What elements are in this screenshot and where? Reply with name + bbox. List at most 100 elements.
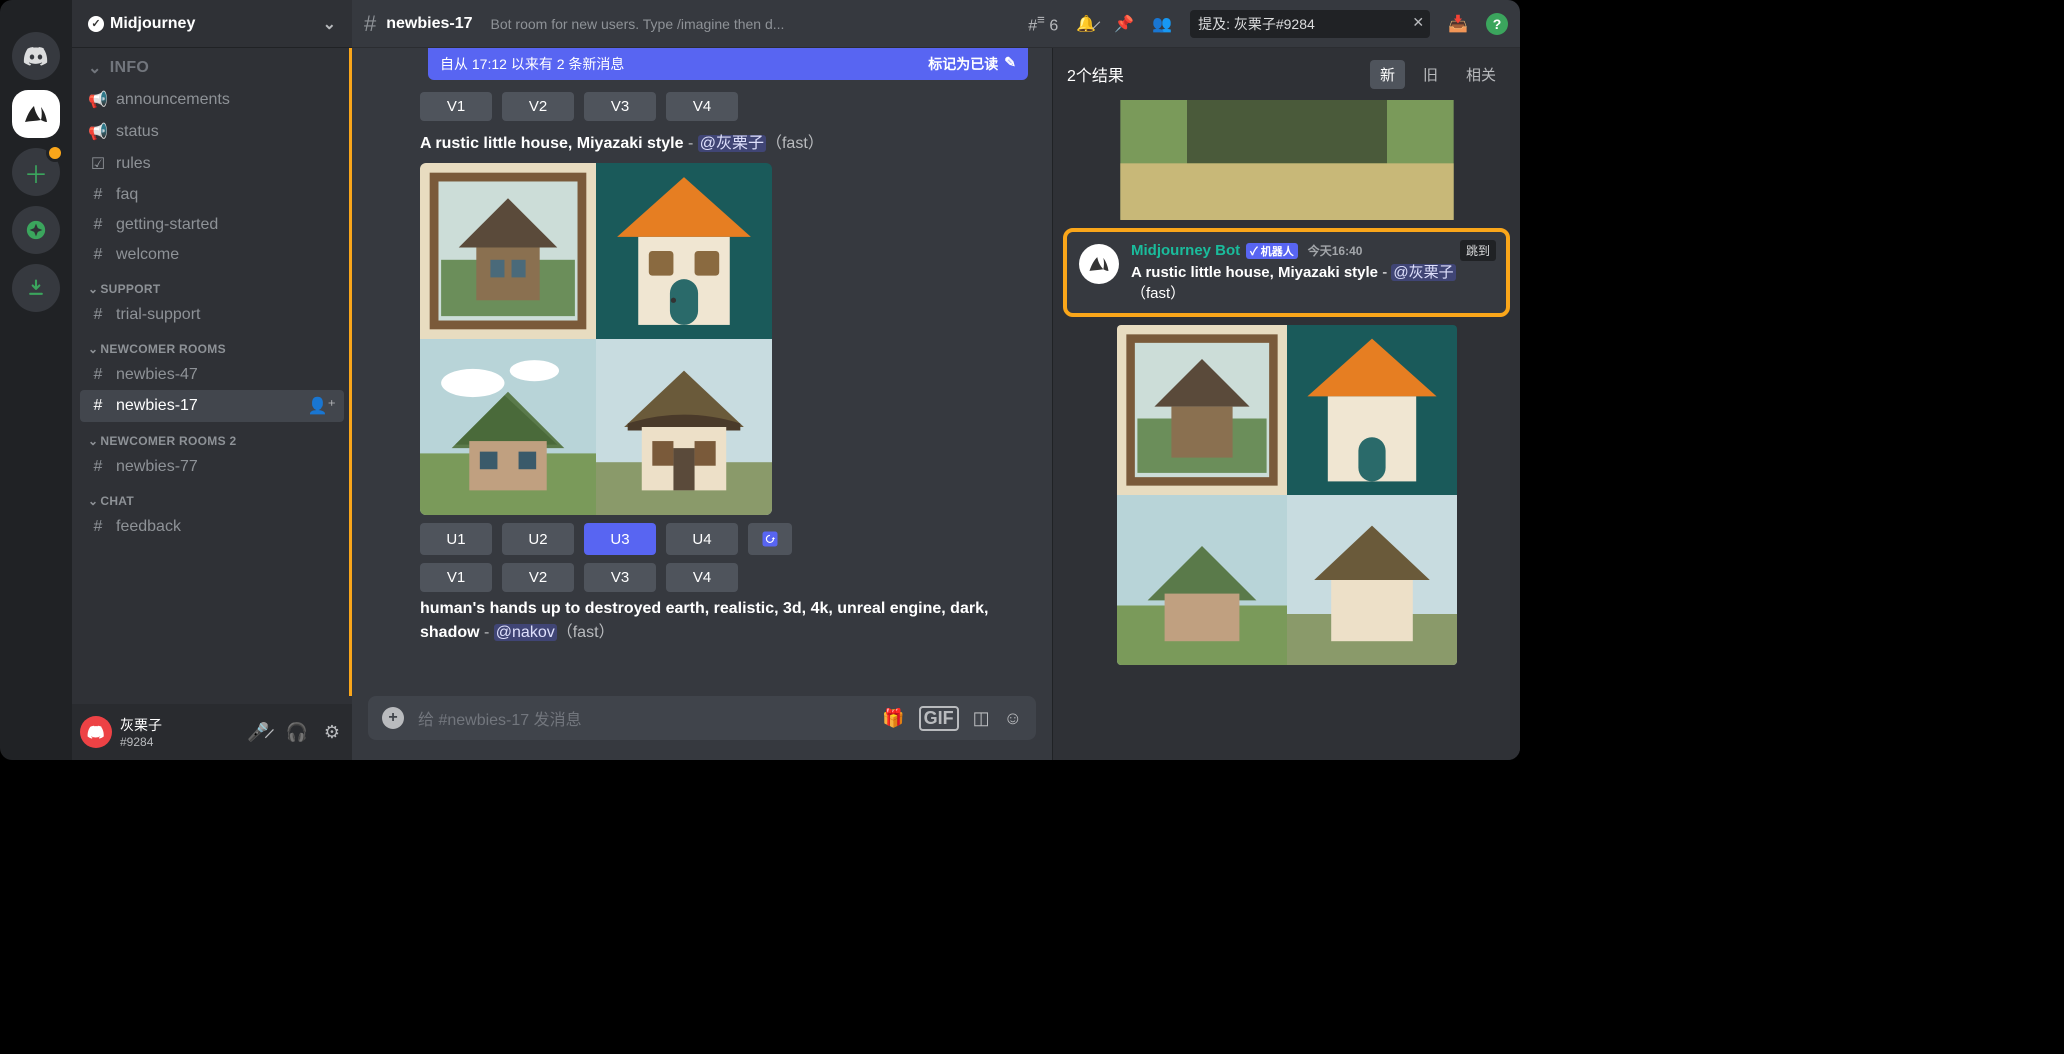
add-person-icon[interactable]: 👤⁺ (308, 396, 336, 416)
hash-icon: # (88, 246, 108, 264)
u1-button[interactable]: U1 (420, 523, 492, 555)
mention[interactable]: @灰栗子 (698, 135, 766, 152)
notifications-icon[interactable]: 🔔̷ (1076, 14, 1096, 34)
channel-rules[interactable]: ☑rules (80, 148, 344, 180)
chevron-down-icon: ⌄ (323, 14, 336, 34)
hash-icon: # (88, 306, 108, 324)
jump-button[interactable]: 跳到 (1460, 240, 1496, 261)
hash-icon: # (364, 11, 376, 37)
user-name: 灰栗子 (120, 715, 162, 735)
channel-topbar: # newbies-17 Bot room for new users. Typ… (352, 0, 1520, 48)
channel-newbies-47[interactable]: #newbies-47 (80, 360, 344, 390)
server-header[interactable]: ✓ Midjourney ⌄ (72, 0, 352, 48)
hash-lock-icon: # (88, 366, 108, 384)
sticker-icon[interactable]: ◫ (973, 708, 990, 729)
threads-icon[interactable]: #≡ 6 (1028, 12, 1058, 35)
gif-icon[interactable]: GIF (919, 706, 959, 731)
channel-newbies-77[interactable]: #newbies-77 (80, 452, 344, 482)
channel-getting-started[interactable]: #getting-started (80, 210, 344, 240)
rules-icon: ☑ (88, 154, 108, 174)
channel-trial-support[interactable]: #trial-support (80, 300, 344, 330)
channel-faq[interactable]: #faq (80, 180, 344, 210)
v2-button[interactable]: V2 (502, 563, 574, 592)
u2-button[interactable]: U2 (502, 523, 574, 555)
bot-name: Midjourney Bot (1131, 242, 1240, 259)
u4-button[interactable]: U4 (666, 523, 738, 555)
hash-lock-icon: # (88, 397, 108, 415)
category-newcomer-2[interactable]: ⌄ NEWCOMER ROOMS 2 (80, 422, 344, 452)
channel-newbies-17[interactable]: #newbies-17👤⁺ (80, 390, 344, 422)
result-timestamp: 今天16:40 (1308, 242, 1363, 259)
generated-image-grid[interactable] (420, 163, 772, 515)
hash-icon: # (88, 518, 108, 536)
channel-announcements[interactable]: 📢announcements (80, 84, 344, 116)
input-placeholder: 给 #newbies-17 发消息 (418, 706, 868, 730)
message-prompt: A rustic little house, Miyazaki style - … (420, 129, 1036, 153)
server-midjourney-icon[interactable] (12, 90, 60, 138)
category-support[interactable]: ⌄ SUPPORT (80, 270, 344, 300)
user-avatar[interactable] (80, 716, 112, 748)
main-column: # newbies-17 Bot room for new users. Typ… (352, 0, 1520, 760)
discord-home-icon[interactable] (12, 32, 60, 80)
user-panel: 灰栗子 #9284 🎤̷ 🎧 ⚙ (72, 704, 352, 760)
channel-title: newbies-17 (386, 15, 472, 33)
v3-button[interactable]: V3 (584, 563, 656, 592)
v1-button[interactable]: V1 (420, 563, 492, 592)
v3-button-prev[interactable]: V3 (584, 92, 656, 121)
attach-icon[interactable]: + (382, 707, 404, 729)
channel-sidebar: ✓ Midjourney ⌄ ⌄ INFO 📢announcements 📢st… (72, 0, 352, 760)
headphones-icon[interactable]: 🎧 (281, 718, 311, 747)
category-chat[interactable]: ⌄ CHAT (80, 482, 344, 512)
mute-icon[interactable]: 🎤̷ (243, 718, 273, 747)
channel-status[interactable]: 📢status (80, 116, 344, 148)
sort-relevant-tab[interactable]: 相关 (1456, 60, 1506, 89)
v4-button-prev[interactable]: V4 (666, 92, 738, 121)
hash-icon: # (88, 216, 108, 234)
category-info[interactable]: ⌄ INFO (80, 52, 344, 84)
v2-button-prev[interactable]: V2 (502, 92, 574, 121)
message-input[interactable]: + 给 #newbies-17 发消息 🎁 GIF ◫ ☺ (368, 696, 1036, 740)
explore-button[interactable] (12, 206, 60, 254)
sort-new-tab[interactable]: 新 (1370, 60, 1405, 89)
user-tag: #9284 (120, 735, 162, 749)
u3-button[interactable]: U3 (584, 523, 656, 555)
server-name: Midjourney (110, 15, 195, 33)
mark-read-button[interactable]: 标记为已读 ✎ (928, 54, 1016, 74)
members-icon[interactable]: 👥 (1152, 14, 1172, 34)
result-image-grid[interactable] (1117, 325, 1457, 665)
gear-icon[interactable]: ⚙ (320, 718, 344, 747)
channel-welcome[interactable]: #welcome (80, 240, 344, 270)
v4-button[interactable]: V4 (666, 563, 738, 592)
megaphone-icon: 📢 (88, 90, 108, 110)
category-newcomer[interactable]: ⌄ NEWCOMER ROOMS (80, 330, 344, 360)
help-icon[interactable]: ? (1486, 13, 1508, 35)
add-server-button[interactable]: ＋ (12, 148, 60, 196)
bot-tag: ✓ 机器人 (1246, 243, 1298, 259)
mention[interactable]: @nakov (494, 624, 557, 641)
search-input[interactable]: 提及: 灰栗子#9284 ✕ (1190, 10, 1430, 38)
new-messages-bar[interactable]: 自从 17:12 以来有 2 条新消息 标记为已读 ✎ (428, 48, 1028, 80)
search-result-highlighted[interactable]: 跳到 Midjourney Bot ✓ 机器人 今天16:40 A rustic… (1067, 232, 1506, 313)
hash-lock-icon: # (88, 458, 108, 476)
search-results-pane: 2个结果 新 旧 相关 跳到 (1052, 48, 1520, 760)
server-rail: ＋ (0, 0, 72, 760)
emoji-icon[interactable]: ☺ (1004, 708, 1022, 729)
inbox-icon[interactable]: 📥 (1448, 14, 1468, 34)
download-button[interactable] (12, 264, 60, 312)
reroll-button[interactable] (748, 523, 792, 555)
channel-feedback[interactable]: #feedback (80, 512, 344, 542)
hash-icon: # (88, 186, 108, 204)
result-text: A rustic little house, Miyazaki style - … (1131, 261, 1494, 303)
v1-button-prev[interactable]: V1 (420, 92, 492, 121)
sort-old-tab[interactable]: 旧 (1413, 60, 1448, 89)
message-prompt-2: human's hands up to destroyed earth, rea… (420, 600, 1036, 642)
pin-icon[interactable]: 📌 (1114, 14, 1134, 34)
channel-description: Bot room for new users. Type /imagine th… (491, 16, 785, 32)
megaphone-icon: 📢 (88, 122, 108, 142)
clear-search-icon[interactable]: ✕ (1412, 14, 1424, 31)
message-list: 自从 17:12 以来有 2 条新消息 标记为已读 ✎ V1 V2 V3 V4 … (352, 48, 1052, 760)
prev-result-thumb[interactable] (1117, 100, 1457, 220)
results-count: 2个结果 (1067, 62, 1124, 86)
gift-icon[interactable]: 🎁 (882, 708, 904, 729)
verified-icon: ✓ (88, 16, 104, 32)
